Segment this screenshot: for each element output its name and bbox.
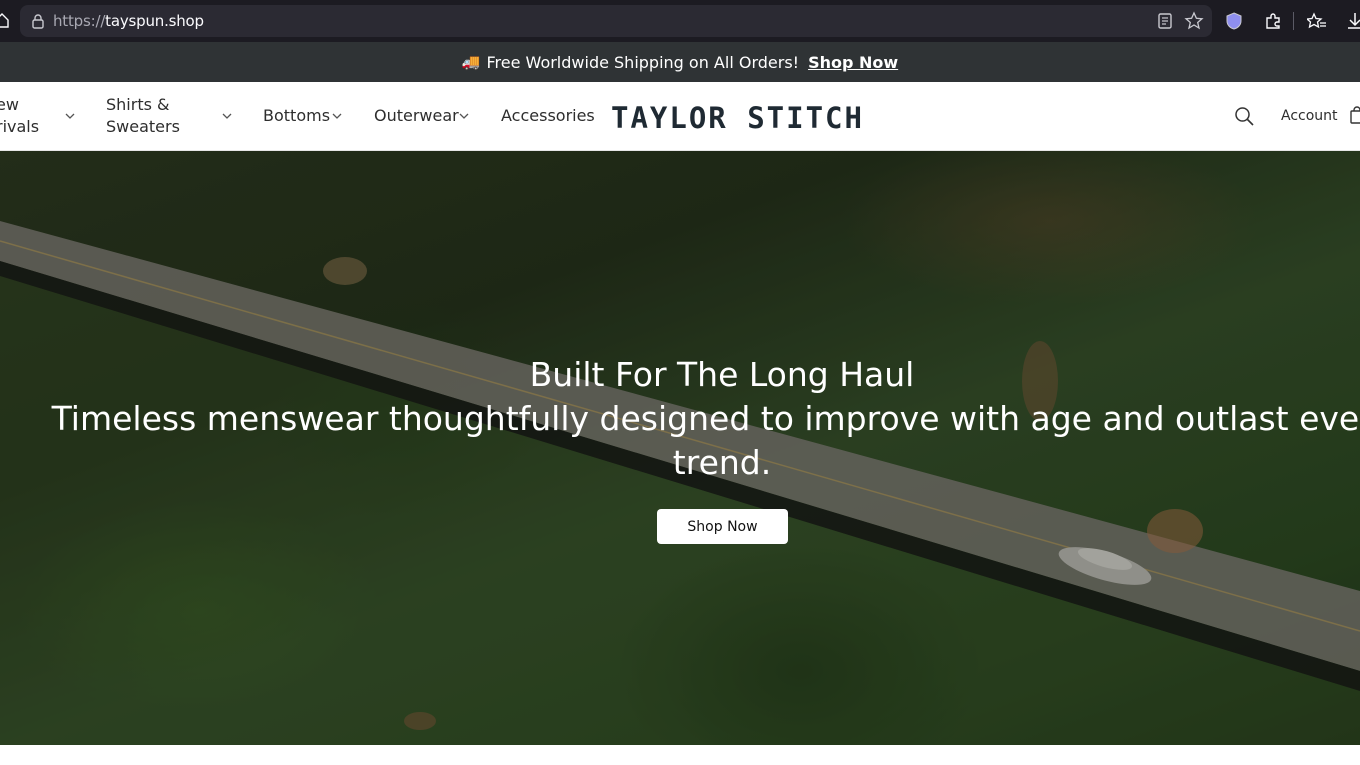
chevron-down-icon[interactable] [332, 113, 342, 119]
nav-outerwear[interactable]: Outerwear [374, 105, 459, 127]
chevron-down-icon[interactable] [459, 113, 469, 119]
chevron-down-icon[interactable] [222, 113, 232, 119]
nav-shirts-line1: Shirts & [106, 95, 170, 114]
announcement-shop-now-link[interactable]: Shop Now [808, 53, 898, 72]
hero-shop-now-button[interactable]: Shop Now [657, 509, 788, 544]
home-icon[interactable] [0, 12, 10, 28]
download-icon[interactable] [1345, 11, 1360, 31]
nav-new-arrivals-line1: ew [0, 95, 19, 114]
bookmarks-list-icon[interactable] [1307, 11, 1327, 31]
shopping-bag-icon[interactable] [1350, 106, 1360, 124]
chevron-down-icon[interactable] [65, 113, 75, 119]
site-logo[interactable]: TAYLOR STITCH [611, 101, 864, 135]
url-host: tayspun.shop [105, 12, 204, 30]
page-content-area [0, 745, 1360, 765]
reader-view-icon[interactable] [1155, 11, 1175, 31]
nav-new-arrivals[interactable]: ew rivals [0, 94, 39, 138]
nav-shirts-sweaters[interactable]: Shirts & Sweaters [106, 94, 180, 138]
nav-bottoms[interactable]: Bottoms [263, 105, 330, 127]
truck-icon: 🚚 [461, 53, 481, 71]
hero-banner: Built For The Long Haul Timeless menswea… [0, 151, 1360, 745]
extensions-puzzle-icon[interactable] [1263, 11, 1283, 31]
lock-icon[interactable] [30, 13, 46, 29]
nav-shirts-line2: Sweaters [106, 117, 180, 136]
hero-title: Built For The Long Haul [529, 355, 915, 394]
url-scheme: https:// [53, 12, 106, 30]
search-icon[interactable] [1234, 106, 1254, 126]
hero-subtitle-line2: trend. [672, 443, 772, 482]
url-text[interactable]: https://tayspun.shop [53, 12, 204, 30]
hero-subtitle-line1: Timeless menswear thoughtfully designed … [51, 399, 1360, 438]
nav-new-arrivals-line2: rivals [0, 117, 40, 136]
hero-subtitle: Timeless menswear thoughtfully designed … [0, 397, 1360, 485]
address-bar[interactable]: https://tayspun.shop [20, 5, 1212, 37]
nav-accessories[interactable]: Accessories [501, 105, 595, 127]
bookmark-star-icon[interactable] [1184, 11, 1204, 31]
toolbar-divider [1293, 12, 1294, 30]
shield-icon[interactable] [1224, 11, 1244, 31]
announcement-bar: 🚚 Free Worldwide Shipping on All Orders!… [0, 42, 1360, 82]
browser-toolbar: https://tayspun.shop [0, 0, 1360, 42]
announcement-text: Free Worldwide Shipping on All Orders! [486, 52, 800, 72]
site-header: ew rivals Shirts & Sweaters Bottoms Oute… [0, 82, 1360, 151]
account-link[interactable]: Account [1281, 108, 1338, 124]
